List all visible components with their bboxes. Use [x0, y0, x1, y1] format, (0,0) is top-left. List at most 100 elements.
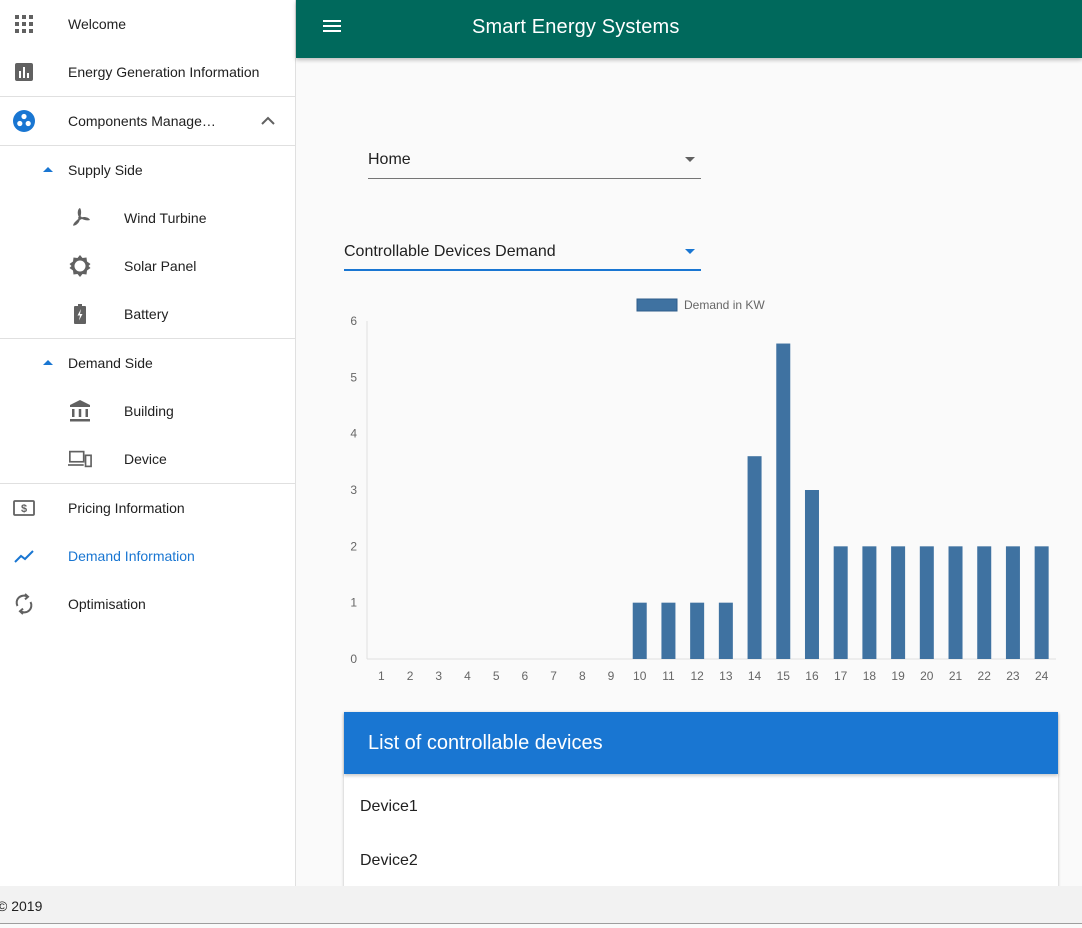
y-tick-label: 3	[350, 483, 357, 497]
sidebar-item-building[interactable]: Building	[0, 387, 295, 435]
trending-line-icon	[12, 544, 36, 568]
device-list: Device1 Device2	[344, 774, 1058, 870]
sidebar: Welcome Energy Generation Information Co…	[0, 0, 296, 886]
sidebar-item-wind-turbine[interactable]: Wind Turbine	[0, 194, 295, 242]
sidebar-item-optimisation[interactable]: Optimisation	[0, 580, 295, 628]
x-tick-label: 16	[805, 669, 819, 683]
sidebar-item-demand-information[interactable]: Demand Information	[0, 532, 295, 580]
y-tick-label: 6	[350, 314, 357, 328]
bar-17[interactable]	[833, 546, 848, 659]
sidebar-item-welcome[interactable]: Welcome	[0, 0, 295, 48]
controllable-devices-panel: List of controllable devices Device1 Dev…	[344, 712, 1058, 912]
bar-20[interactable]	[919, 546, 934, 659]
sidebar-item-label: Wind Turbine	[124, 210, 207, 226]
demand-view-select-value: Controllable Devices Demand	[344, 243, 556, 260]
location-select[interactable]: Home	[368, 149, 701, 179]
sync-icon	[12, 592, 36, 616]
caret-up-icon	[36, 351, 60, 375]
bar-chart-icon	[12, 60, 36, 84]
x-tick-label: 5	[493, 669, 500, 683]
x-tick-label: 13	[719, 669, 733, 683]
panel-title: List of controllable devices	[344, 712, 1058, 774]
sidebar-item-energy-generation[interactable]: Energy Generation Information	[0, 48, 295, 96]
y-tick-label: 2	[350, 539, 357, 553]
sidebar-item-battery[interactable]: Battery	[0, 290, 295, 338]
sidebar-item-label: Pricing Information	[68, 500, 185, 516]
battery-charging-icon	[68, 302, 92, 326]
list-item-device1[interactable]: Device1	[344, 774, 1058, 822]
legend-swatch	[636, 298, 678, 312]
sidebar-item-label: Demand Side	[68, 355, 153, 371]
bar-19[interactable]	[891, 546, 906, 659]
bar-10[interactable]	[632, 602, 647, 659]
sidebar-item-label: Energy Generation Information	[68, 64, 260, 80]
sidebar-item-label: Battery	[124, 306, 169, 322]
x-tick-label: 22	[978, 669, 992, 683]
dropdown-arrow-icon	[685, 249, 695, 254]
bar-18[interactable]	[862, 546, 877, 659]
wind-turbine-icon	[68, 206, 92, 230]
x-tick-label: 2	[407, 669, 414, 683]
bar-14[interactable]	[747, 456, 762, 659]
x-tick-label: 6	[522, 669, 529, 683]
bar-16[interactable]	[804, 490, 819, 659]
bar-21[interactable]	[948, 546, 963, 659]
sidebar-item-demand-side[interactable]: Demand Side	[0, 339, 295, 387]
bar-13[interactable]	[718, 602, 733, 659]
sidebar-item-label: Supply Side	[68, 162, 143, 178]
list-item-device2[interactable]: Device2	[344, 822, 1058, 870]
bar-22[interactable]	[977, 546, 992, 659]
sidebar-item-supply-side[interactable]: Supply Side	[0, 146, 295, 194]
x-tick-label: 12	[690, 669, 704, 683]
demand-view-select[interactable]: Controllable Devices Demand	[344, 241, 701, 271]
x-tick-label: 9	[608, 669, 615, 683]
apps-grid-icon	[12, 12, 36, 36]
location-select-value: Home	[368, 151, 411, 168]
bar-12[interactable]	[690, 602, 705, 659]
hamburger-menu-icon[interactable]	[320, 14, 344, 38]
sidebar-item-label: Components Manage…	[68, 113, 216, 129]
x-tick-label: 23	[1006, 669, 1020, 683]
bar-24[interactable]	[1034, 546, 1049, 659]
bar-11[interactable]	[661, 602, 676, 659]
sidebar-item-label: Building	[124, 403, 174, 419]
sidebar-item-label: Welcome	[68, 16, 127, 32]
y-tick-label: 0	[350, 652, 357, 666]
bank-building-icon	[68, 399, 92, 423]
x-tick-label: 8	[579, 669, 586, 683]
y-tick-label: 1	[350, 596, 357, 610]
dollar-bill-icon: $	[12, 496, 36, 520]
x-tick-label: 24	[1035, 669, 1049, 683]
sidebar-item-components-management[interactable]: Components Manage…	[0, 97, 295, 145]
x-tick-label: 20	[920, 669, 934, 683]
y-tick-label: 4	[350, 427, 357, 441]
x-tick-label: 10	[633, 669, 647, 683]
app-title: Smart Energy Systems	[472, 16, 680, 38]
legend-label: Demand in KW	[684, 298, 765, 312]
sun-icon	[68, 254, 92, 278]
x-tick-label: 7	[550, 669, 557, 683]
x-tick-label: 21	[949, 669, 963, 683]
sidebar-item-label: Device	[124, 451, 167, 467]
copyright-text: © 2019	[0, 898, 43, 914]
bar-15[interactable]	[776, 343, 791, 659]
x-tick-label: 15	[777, 669, 791, 683]
x-tick-label: 4	[464, 669, 471, 683]
sidebar-item-label: Demand Information	[68, 548, 195, 564]
x-tick-label: 11	[662, 669, 675, 683]
x-tick-label: 17	[834, 669, 848, 683]
x-tick-label: 18	[863, 669, 877, 683]
dropdown-arrow-icon	[685, 157, 695, 162]
sidebar-item-device[interactable]: Device	[0, 435, 295, 483]
x-tick-label: 3	[435, 669, 442, 683]
sidebar-item-pricing[interactable]: $ Pricing Information	[0, 484, 295, 532]
workspaces-icon	[12, 109, 36, 133]
y-tick-label: 5	[350, 370, 357, 384]
x-tick-label: 1	[378, 669, 385, 683]
chevron-up-icon[interactable]	[256, 109, 280, 133]
sidebar-item-solar-panel[interactable]: Solar Panel	[0, 242, 295, 290]
bar-23[interactable]	[1005, 546, 1020, 659]
caret-up-icon	[36, 158, 60, 182]
sidebar-item-label: Optimisation	[68, 596, 146, 612]
x-tick-label: 14	[748, 669, 762, 683]
